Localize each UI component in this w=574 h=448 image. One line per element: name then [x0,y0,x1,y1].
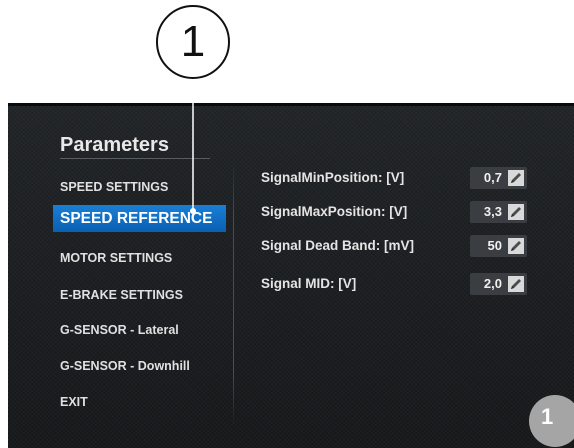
edit-signal-max-position-button[interactable] [508,204,524,220]
pencil-icon [511,207,521,217]
param-value-text: 3,3 [483,204,502,219]
edit-signal-dead-band-button[interactable] [508,238,524,254]
param-label-signal-max-position: SignalMaxPosition: [V] [261,204,408,219]
page-title: Parameters [60,134,169,156]
param-label-signal-mid: Signal MID: [V] [261,276,357,291]
param-label-signal-dead-band: Signal Dead Band: [mV] [261,238,415,253]
param-value-text: 2,0 [483,276,502,291]
callout-number-label: 1 [180,17,206,66]
menu-item-speed-reference[interactable]: SPEED REFERENCE [53,205,226,232]
param-value-signal-max-position: 3,3 [470,201,527,223]
title-underline [60,158,210,159]
device-screen: Parameters SPEED SETTINGS SPEED REFERENC… [8,103,574,448]
param-value-signal-mid: 2,0 [470,273,527,295]
edit-signal-mid-button[interactable] [508,276,524,292]
param-value-text: 50 [487,238,502,253]
menu-item-speed-settings[interactable]: SPEED SETTINGS [60,174,228,200]
param-value-text: 0,7 [483,170,502,185]
menu-item-g-sensor-lateral[interactable]: G-SENSOR - Lateral [60,317,228,343]
menu-item-e-brake-settings[interactable]: E-BRAKE SETTINGS [60,282,228,308]
callout-number: 1 [156,5,230,79]
edit-signal-min-position-button[interactable] [508,170,524,186]
param-value-signal-dead-band: 50 [470,235,527,257]
pencil-icon [511,241,521,251]
pencil-icon [511,173,521,183]
step-badge-number: 1 [541,404,554,429]
param-value-signal-min-position: 0,7 [470,167,527,189]
menu-item-exit[interactable]: EXIT [60,389,228,415]
menu-item-g-sensor-downhill[interactable]: G-SENSOR - Downhill [60,353,228,379]
step-badge: 1 [529,395,574,447]
param-label-signal-min-position: SignalMinPosition: [V] [261,170,405,185]
panel-divider [233,161,234,426]
menu-item-motor-settings[interactable]: MOTOR SETTINGS [60,245,228,271]
pencil-icon [511,279,521,289]
